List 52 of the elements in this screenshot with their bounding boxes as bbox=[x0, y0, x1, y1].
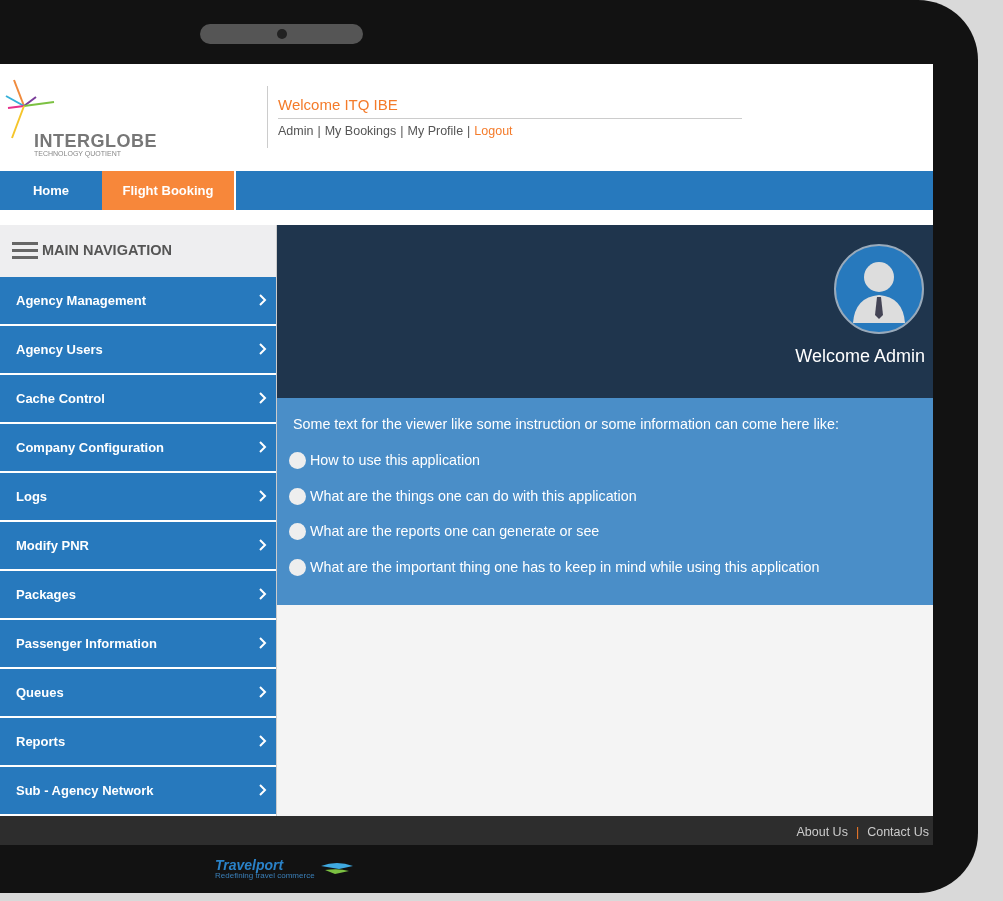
chevron-right-icon bbox=[259, 735, 267, 748]
chevron-right-icon bbox=[259, 294, 267, 307]
logo-wordmark: INTERGLOBE bbox=[34, 131, 157, 150]
sidebar-item[interactable]: Packages bbox=[0, 570, 276, 618]
separator-text: | bbox=[467, 123, 471, 141]
bullet-icon bbox=[289, 558, 306, 576]
info-item-text: How to use this application bbox=[310, 451, 481, 471]
sidebar-item[interactable]: Queues bbox=[0, 668, 276, 716]
user-link[interactable]: Admin bbox=[278, 122, 314, 142]
separator-text: | bbox=[317, 123, 321, 141]
sidebar-item[interactable]: Sub - Agency Network bbox=[0, 766, 276, 814]
camera-icon bbox=[275, 28, 288, 40]
info-item-text: What are the things one can do with this application bbox=[310, 486, 637, 506]
info-item-text: What are the reports one can generate or see bbox=[310, 522, 600, 542]
sidebar-item[interactable]: Agency Users bbox=[0, 325, 276, 373]
separator-text: | bbox=[400, 123, 404, 141]
brand-logo-text: Travelport bbox=[215, 858, 285, 872]
bullet-icon bbox=[289, 523, 306, 541]
chevron-right-icon bbox=[259, 490, 267, 503]
chevron-right-icon bbox=[259, 392, 267, 405]
footer-link[interactable]: Contact Us bbox=[867, 823, 929, 842]
chevron-right-icon bbox=[259, 588, 267, 601]
separator-text: | bbox=[855, 824, 860, 842]
sidebar-item[interactable]: Logs bbox=[0, 472, 276, 520]
sidebar-item[interactable]: Cache Control bbox=[0, 374, 276, 422]
logout-link[interactable]: Logout bbox=[474, 122, 513, 142]
avatar-icon bbox=[833, 242, 925, 335]
nav-tab[interactable]: Home bbox=[0, 170, 102, 210]
user-link[interactable]: My Bookings bbox=[324, 122, 397, 142]
chevron-right-icon bbox=[259, 784, 267, 797]
sidebar-item[interactable]: Agency Management bbox=[0, 276, 276, 324]
sidebar-title: MAIN NAVIGATION bbox=[42, 240, 172, 260]
chevron-right-icon bbox=[259, 637, 267, 650]
chevron-right-icon bbox=[259, 441, 267, 454]
sidebar-item[interactable]: Modify PNR bbox=[0, 521, 276, 569]
chevron-right-icon bbox=[259, 539, 267, 552]
chevron-right-icon bbox=[259, 343, 267, 356]
sidebar-item[interactable]: Company Configuration bbox=[0, 423, 276, 471]
chevron-right-icon bbox=[259, 686, 267, 699]
brand-tagline: Redefining travel commerce bbox=[215, 872, 315, 880]
user-link[interactable]: My Profile bbox=[407, 122, 464, 142]
bullet-icon bbox=[289, 452, 306, 470]
sidebar-item[interactable]: Reports bbox=[0, 717, 276, 765]
menu-icon bbox=[12, 239, 38, 262]
intro-text: Some text for the viewer like some instruction or some information can come here like: bbox=[293, 414, 840, 434]
footer-link[interactable]: About Us bbox=[796, 823, 848, 842]
bullet-icon bbox=[289, 487, 306, 505]
sidebar-item[interactable]: Passenger Information bbox=[0, 619, 276, 667]
welcome-admin-text: Welcome Admin bbox=[795, 344, 925, 368]
info-item-text: What are the important thing one has to keep in mind while using this application bbox=[310, 557, 820, 577]
nav-tab[interactable]: Flight Booking bbox=[102, 170, 236, 210]
welcome-text: Welcome ITQ IBE bbox=[278, 93, 742, 120]
